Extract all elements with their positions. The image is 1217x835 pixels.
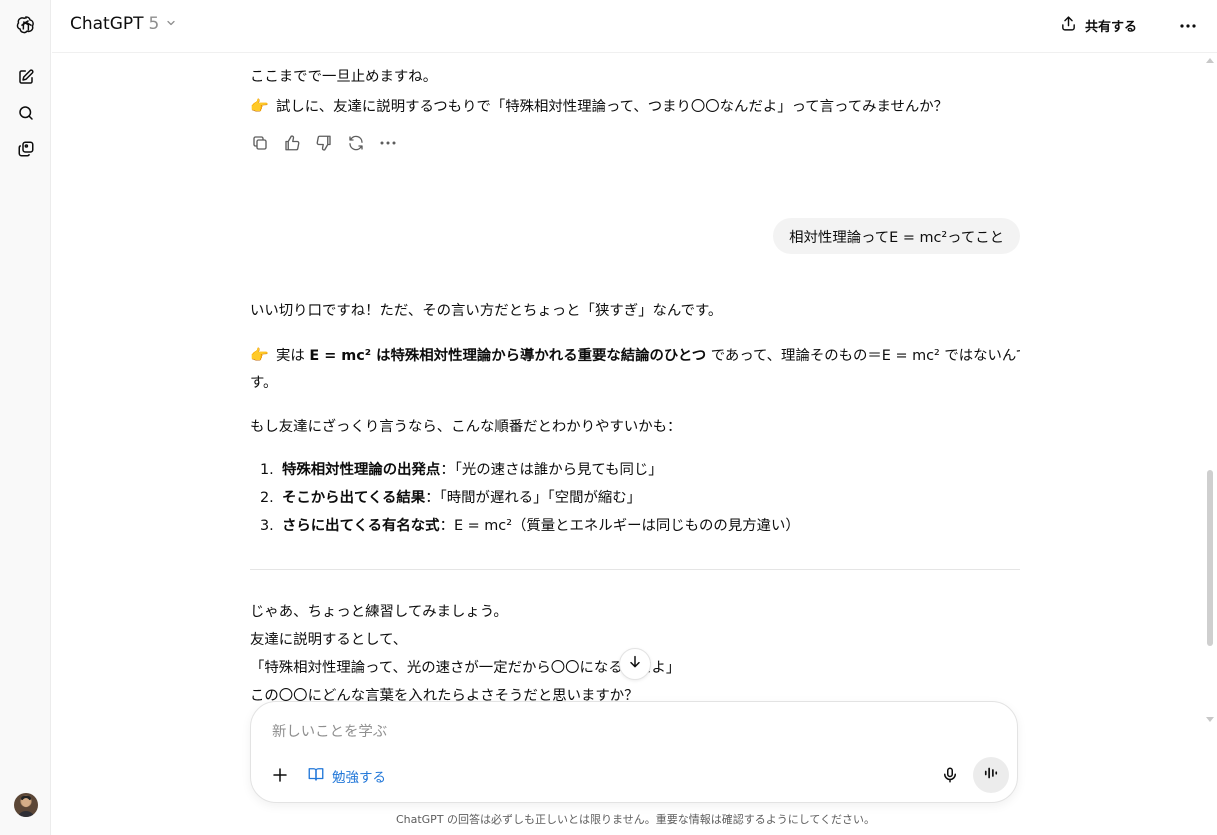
arrow-down-icon <box>627 654 643 674</box>
message-actions <box>250 133 398 153</box>
list-item: 2. そこから出てくる結果：「時間が遅れる」「空間が縮む」 <box>250 484 800 512</box>
assistant-text: 👉 実は E = mc² は特殊相対性理論から導かれる重要な結論のひとつ であって… <box>250 341 1020 370</box>
scrollbar-thumb[interactable] <box>1207 470 1213 646</box>
share-label: 共有する <box>1084 20 1137 35</box>
assistant-text: この〇〇にどんな言葉を入れたらよさそうだと思いますか？ <box>250 688 639 701</box>
voice-waveform-icon <box>982 764 1000 786</box>
search-icon[interactable] <box>13 100 39 126</box>
list-item-text: ：E = mc²（質量とエネルギーは同じものの見方違い） <box>439 518 800 534</box>
assistant-text: ここまでで一旦止めますね。 <box>250 69 438 85</box>
share-icon <box>1060 15 1077 36</box>
more-actions-icon[interactable] <box>378 133 398 153</box>
model-switcher[interactable]: ChatGPT 5 <box>70 14 177 34</box>
list-number: 1. <box>260 462 274 478</box>
study-mode-label: 勉強する <box>332 770 386 786</box>
list-item: 1. 特殊相対性理論の出発点：「光の速さは誰から見ても同じ」 <box>250 456 800 484</box>
add-attachment-icon[interactable] <box>269 764 291 786</box>
scroll-to-bottom-button[interactable] <box>619 648 651 680</box>
chevron-down-icon <box>165 14 177 34</box>
sidebar-rail <box>0 0 51 835</box>
assistant-bold-text: E = mc² は特殊相対性理論から導かれる重要な結論のひとつ <box>309 348 707 364</box>
list-item-bold: そこから出てくる結果 <box>282 490 426 506</box>
model-version: 5 <box>148 14 160 34</box>
pointing-hand-icon: 👉 <box>250 97 269 115</box>
divider <box>250 569 1020 570</box>
assistant-text-span: 実は <box>276 348 305 364</box>
study-mode-button[interactable]: 勉強する <box>307 765 386 787</box>
microphone-icon[interactable] <box>939 764 961 786</box>
assistant-text: 友達に説明するとして、 <box>250 632 408 648</box>
new-chat-icon[interactable] <box>13 64 39 90</box>
copy-icon[interactable] <box>250 133 270 153</box>
user-avatar[interactable] <box>14 793 38 817</box>
assistant-text: もし友達にざっくり言うなら、こんな順番だとわかりやすいかも： <box>250 419 682 435</box>
voice-mode-button[interactable] <box>973 757 1009 793</box>
list-number: 3. <box>260 518 274 534</box>
disclaimer: ChatGPT の回答は必ずしも正しいとは限りません。重要な情報は確認するように… <box>52 811 1217 827</box>
assistant-text-span: であって、理論そのもの＝E = mc² ではないんで <box>710 348 1020 364</box>
assistant-text-span: 試しに、友達に説明するつもりで「特殊相対性理論って、つまり〇〇なんだよ」って言っ… <box>276 99 949 115</box>
assistant-text: 「特殊相対性理論って、光の速さが一定だから〇〇になるんだよ」 <box>250 660 681 676</box>
list-item-text: ：「光の速さは誰から見ても同じ」 <box>440 462 663 478</box>
top-header: ChatGPT 5 共有する <box>52 0 1217 53</box>
list-item-bold: さらに出てくる有名な式 <box>282 518 440 534</box>
assistant-text: す。 <box>250 375 278 391</box>
conversation: ここまでで一旦止めますね。 👉 試しに、友達に説明するつもりで「特殊相対性理論って… <box>250 53 1020 701</box>
thumbs-down-icon[interactable] <box>314 133 334 153</box>
regenerate-icon[interactable] <box>346 133 366 153</box>
more-options-icon[interactable] <box>1177 16 1199 36</box>
user-message-bubble: 相対性理論ってE = mc²ってこと <box>773 218 1020 254</box>
composer: 新しいことを学ぶ 勉強する <box>250 701 1018 803</box>
book-open-icon <box>307 765 325 787</box>
ordered-list: 1. 特殊相対性理論の出発点：「光の速さは誰から見ても同じ」 2. そこから出て… <box>250 456 800 540</box>
share-button[interactable]: 共有する <box>1060 15 1137 36</box>
pointing-hand-icon: 👉 <box>250 346 269 364</box>
assistant-text: いい切り口ですね！ただ、その言い方だとちょっと「狭すぎ」なんです。 <box>250 303 723 319</box>
list-number: 2. <box>260 490 274 506</box>
disclaimer-text: ChatGPT の回答は必ずしも正しいとは限りません。重要な情報は確認するように… <box>395 813 876 826</box>
prompt-input[interactable]: 新しいことを学ぶ <box>272 720 387 741</box>
scroll-down-arrow-icon[interactable] <box>1206 717 1214 722</box>
model-name: ChatGPT <box>70 14 144 34</box>
openai-logo-icon[interactable] <box>13 12 39 38</box>
library-icon[interactable] <box>13 136 39 162</box>
scroll-up-arrow-icon[interactable] <box>1206 58 1214 63</box>
thumbs-up-icon[interactable] <box>282 133 302 153</box>
assistant-text: 👉 試しに、友達に説明するつもりで「特殊相対性理論って、つまり〇〇なんだよ」って言… <box>250 92 948 121</box>
list-item: 3. さらに出てくる有名な式：E = mc²（質量とエネルギーは同じものの見方違… <box>250 512 800 540</box>
scrollbar[interactable] <box>1203 53 1217 725</box>
list-item-bold: 特殊相対性理論の出発点 <box>282 462 441 478</box>
list-item-text: ：「時間が遅れる」「空間が縮む」 <box>425 490 642 506</box>
assistant-text: じゃあ、ちょっと練習してみましょう。 <box>250 604 508 620</box>
